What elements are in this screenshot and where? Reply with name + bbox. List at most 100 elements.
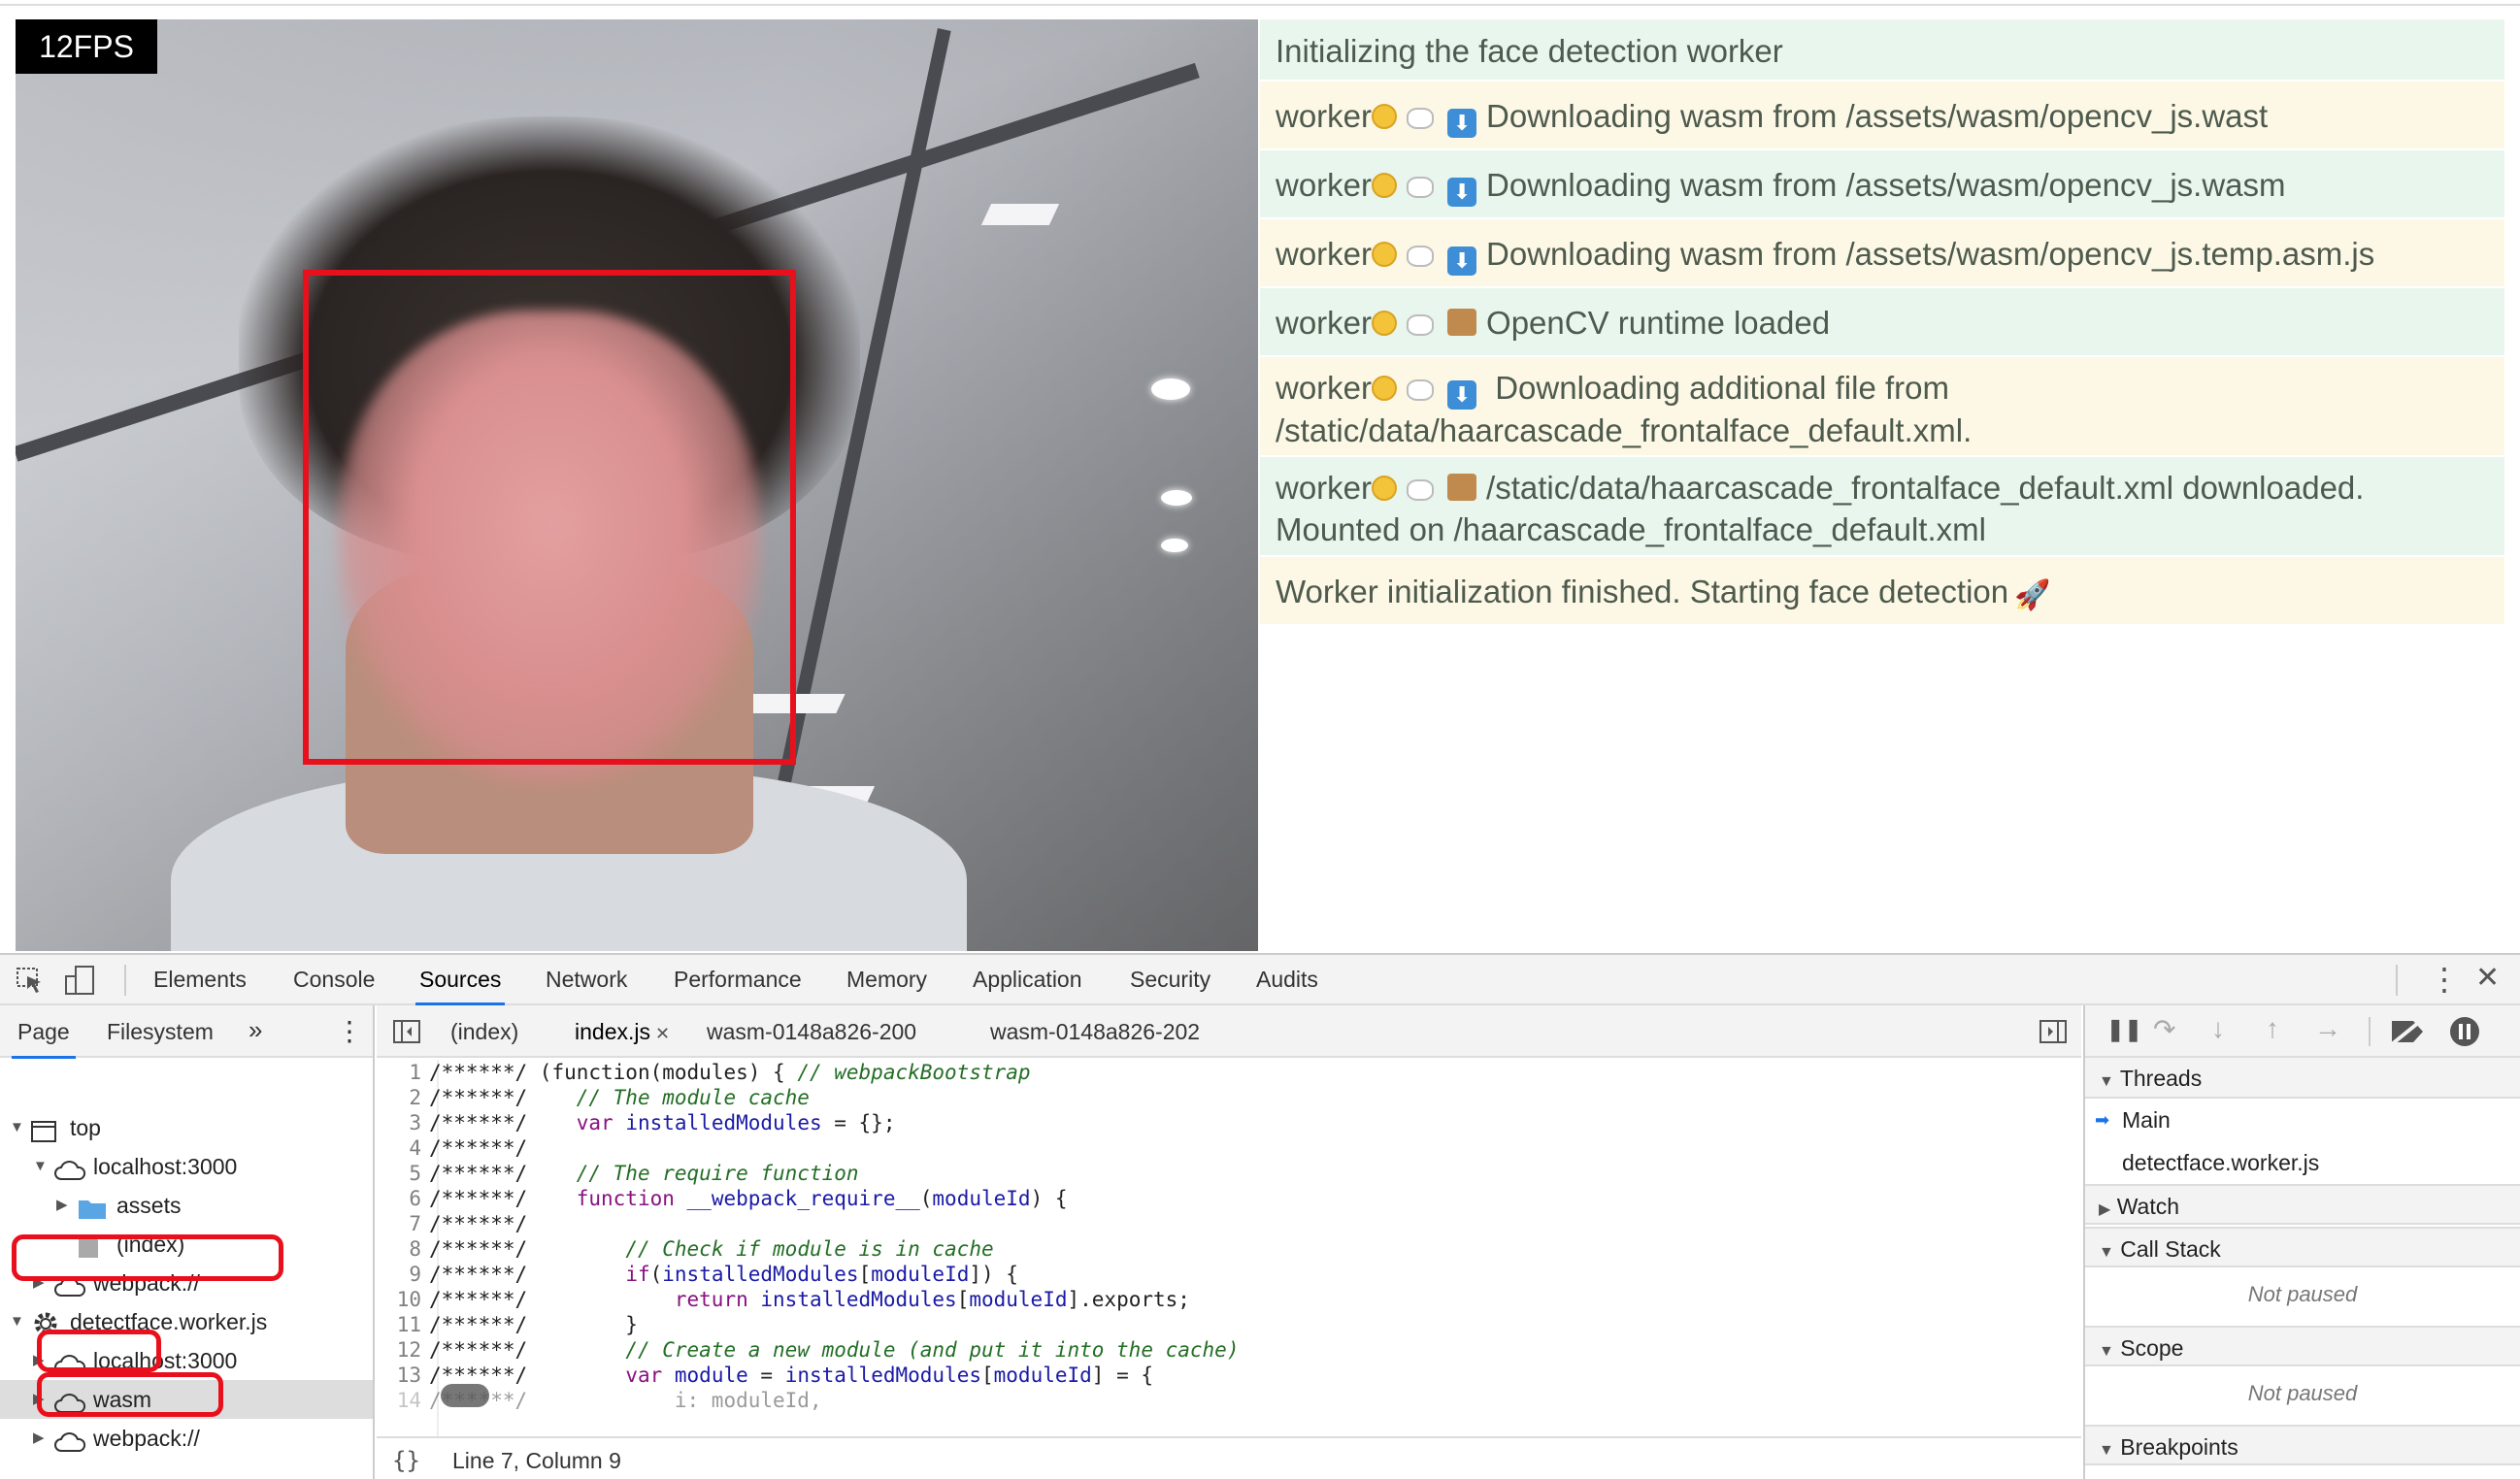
tab-filesystem[interactable]: Filesystem bbox=[107, 1019, 214, 1045]
line-number[interactable]: 8 bbox=[377, 1236, 429, 1262]
tab-sources[interactable]: Sources bbox=[414, 967, 506, 1005]
toggle-debugger-icon[interactable] bbox=[2039, 1019, 2068, 1044]
log-text: /static/data/haarcascade_frontalface_def… bbox=[1276, 470, 2365, 547]
scope-status: Not paused bbox=[2247, 1381, 2358, 1405]
inspect-element-icon[interactable] bbox=[16, 967, 45, 994]
code-line: 14/******/ i: moduleId, bbox=[377, 1388, 2081, 1413]
tab-performance[interactable]: Performance bbox=[674, 967, 802, 993]
step-icon[interactable]: → bbox=[2314, 1013, 2341, 1044]
line-number[interactable]: 12 bbox=[377, 1337, 429, 1363]
call-stack-header[interactable]: ▼ Call Stack bbox=[2085, 1227, 2520, 1267]
line-number[interactable]: 9 bbox=[377, 1262, 429, 1287]
code-view[interactable]: 1/******/ (function(modules) { // webpac… bbox=[377, 1060, 2081, 1436]
worker-face-icon bbox=[1372, 242, 1398, 267]
pause-icon[interactable]: ❚❚ bbox=[2106, 1017, 2142, 1042]
deactivate-breakpoints-icon[interactable] bbox=[2388, 1017, 2427, 1046]
log-entry: worker ⬇ Downloading wasm from /assets/was… bbox=[1260, 82, 2504, 150]
code-token: } bbox=[539, 1313, 638, 1336]
scope-header[interactable]: ▼ Scope bbox=[2085, 1326, 2520, 1366]
log-text: Worker initialization finished. Starting… bbox=[1276, 574, 2009, 609]
speech-bubble-icon bbox=[1407, 108, 1435, 129]
tree-item[interactable]: ▼ localhost:3000 bbox=[0, 1147, 373, 1186]
step-out-icon[interactable]: ↑ bbox=[2266, 1013, 2279, 1044]
tab-security[interactable]: Security bbox=[1130, 967, 1210, 993]
code-token: function bbox=[576, 1187, 687, 1210]
thread-main[interactable]: ➡ Main bbox=[2085, 1099, 2520, 1141]
code-token: moduleId bbox=[993, 1364, 1092, 1387]
threads-header[interactable]: ▼ Threads bbox=[2085, 1058, 2520, 1099]
thread-worker[interactable]: detectface.worker.js bbox=[2085, 1141, 2520, 1184]
editor-tab[interactable]: index.js ✕ bbox=[575, 1019, 670, 1045]
worker-face-icon bbox=[1372, 476, 1398, 501]
tree-item[interactable]: ▶ assets bbox=[0, 1186, 373, 1225]
expanded-arrow-icon[interactable]: ▼ bbox=[10, 1302, 24, 1341]
tab-application[interactable]: Application bbox=[973, 967, 1082, 993]
line-number[interactable]: 5 bbox=[377, 1161, 429, 1186]
tab-network[interactable]: Network bbox=[546, 967, 627, 993]
tab-memory[interactable]: Memory bbox=[846, 967, 927, 993]
expanded-arrow-icon[interactable]: ▼ bbox=[33, 1147, 48, 1186]
tab-console[interactable]: Console bbox=[293, 967, 375, 993]
line-number[interactable]: 1 bbox=[377, 1060, 429, 1085]
speech-bubble-icon bbox=[1407, 379, 1435, 401]
line-number[interactable]: 6 bbox=[377, 1186, 429, 1211]
pause-on-exceptions-icon[interactable] bbox=[2448, 1015, 2481, 1048]
breakpoints-label: Breakpoints bbox=[2120, 1434, 2238, 1460]
log-entry: worker ⬇ Downloading wasm from /assets/was… bbox=[1260, 150, 2504, 219]
line-number[interactable]: 4 bbox=[377, 1135, 429, 1161]
line-number[interactable]: 13 bbox=[377, 1363, 429, 1388]
code-token: // webpackBootstrap bbox=[797, 1061, 1031, 1084]
collapsed-arrow-icon[interactable]: ▶ bbox=[33, 1419, 45, 1458]
editor-tab[interactable]: (index) bbox=[450, 1019, 518, 1045]
device-toolbar-icon[interactable] bbox=[64, 965, 97, 996]
line-number[interactable]: 11 bbox=[377, 1312, 429, 1337]
line-number[interactable]: 14 bbox=[377, 1388, 429, 1413]
line-number[interactable]: 3 bbox=[377, 1110, 429, 1135]
toggle-navigator-icon[interactable] bbox=[392, 1019, 421, 1044]
navigator-menu-icon[interactable]: ⋮ bbox=[336, 1015, 363, 1047]
breakpoints-header[interactable]: ▼ Breakpoints bbox=[2085, 1425, 2520, 1465]
code-line: 5/******/ // The require function bbox=[377, 1161, 2081, 1186]
code-token: [ bbox=[858, 1263, 872, 1286]
code-token: ) { bbox=[1030, 1187, 1068, 1210]
call-stack-section: ▼ Call Stack Not paused bbox=[2085, 1227, 2520, 1322]
tab-audits[interactable]: Audits bbox=[1256, 967, 1318, 993]
horizontal-scrollbar[interactable] bbox=[441, 1384, 489, 1407]
tab-elements[interactable]: Elements bbox=[153, 967, 247, 993]
code-line: 1/******/ (function(modules) { // webpac… bbox=[377, 1060, 2081, 1085]
code-prefix: /******/ bbox=[429, 1288, 540, 1311]
line-number[interactable]: 7 bbox=[377, 1211, 429, 1236]
step-over-icon[interactable]: ↷ bbox=[2153, 1013, 2175, 1045]
expanded-arrow-icon[interactable]: ▼ bbox=[10, 1108, 24, 1147]
toolbar-divider bbox=[124, 965, 126, 996]
editor-tab[interactable]: wasm-0148a826-200 bbox=[707, 1019, 916, 1045]
thread-label: Main bbox=[2122, 1107, 2171, 1133]
more-tabs-icon[interactable]: » bbox=[249, 1015, 262, 1045]
cloud-icon bbox=[54, 1426, 86, 1464]
tree-item[interactable]: ▶ webpack:// bbox=[0, 1419, 373, 1458]
collapsed-arrow-icon[interactable]: ▶ bbox=[56, 1186, 68, 1225]
line-number[interactable]: 2 bbox=[377, 1085, 429, 1110]
code-token: moduleId bbox=[871, 1263, 970, 1286]
tab-page[interactable]: Page bbox=[12, 1019, 76, 1059]
watch-header[interactable]: ▶ Watch bbox=[2085, 1184, 2520, 1225]
code-line: 11/******/ } bbox=[377, 1312, 2081, 1337]
highlight-wasm bbox=[37, 1330, 161, 1372]
pretty-print-icon[interactable]: {} bbox=[392, 1438, 420, 1479]
close-icon[interactable]: ✕ bbox=[2475, 961, 2500, 995]
rocket-icon: 🚀 bbox=[2014, 579, 2051, 611]
editor-tab[interactable]: wasm-0148a826-202 bbox=[990, 1019, 1200, 1045]
tree-item[interactable]: ▼ top bbox=[0, 1108, 373, 1147]
code-line: 12/******/ // Create a new module (and p… bbox=[377, 1337, 2081, 1363]
more-options-icon[interactable]: ⋮ bbox=[2429, 961, 2460, 998]
top-border bbox=[0, 0, 2520, 6]
code-token: ]) { bbox=[969, 1263, 1018, 1286]
navigator-tabs: Page Filesystem » ⋮ bbox=[0, 1005, 373, 1059]
line-number[interactable]: 10 bbox=[377, 1287, 429, 1312]
fps-counter: 12FPS bbox=[16, 19, 157, 74]
step-into-icon[interactable]: ↓ bbox=[2211, 1013, 2225, 1044]
close-tab-icon[interactable]: ✕ bbox=[650, 1024, 670, 1043]
